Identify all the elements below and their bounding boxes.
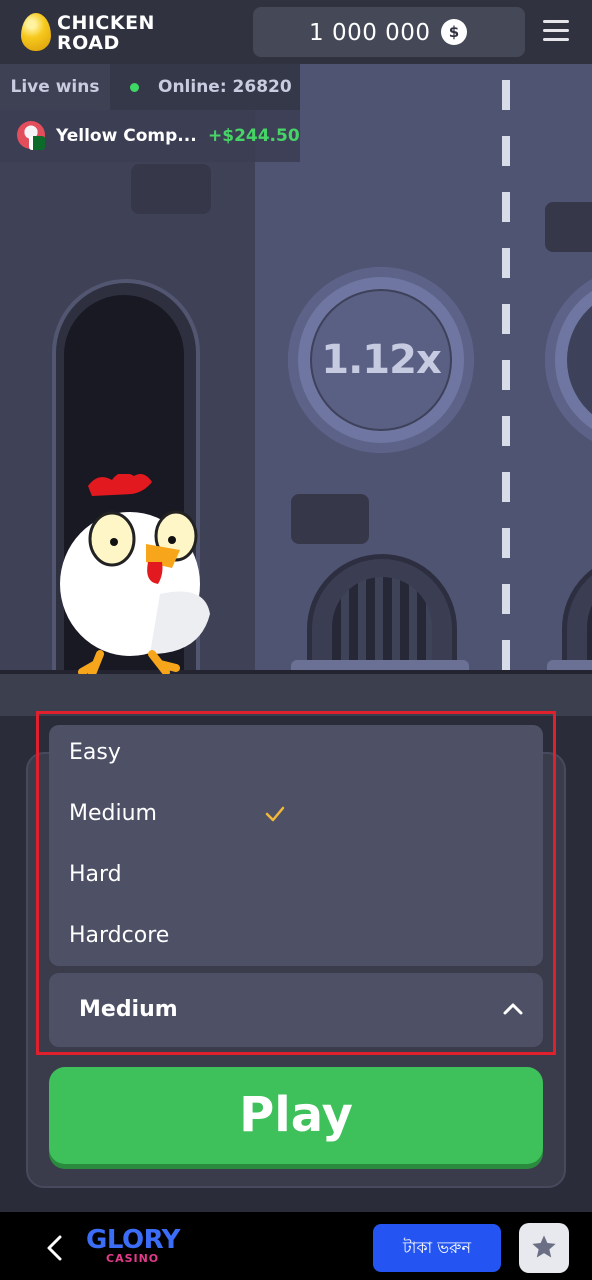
online-status-icon	[130, 83, 139, 92]
live-wins-bar: Live wins Online: 26820	[0, 64, 300, 110]
star-icon	[532, 1235, 556, 1258]
road-brick	[545, 202, 592, 252]
checkmark-icon	[265, 806, 285, 822]
multiplier-coin[interactable]: 1.12x	[288, 267, 474, 453]
difficulty-option-hard[interactable]: Hard	[69, 855, 122, 895]
multiplier-value: 1.12x	[312, 291, 450, 429]
difficulty-select[interactable]: Medium	[49, 973, 543, 1047]
balance-value: 1 000 000	[309, 20, 431, 46]
difficulty-dropdown-menu: Easy Medium Hard Hardcore	[49, 725, 543, 966]
live-win-entry: Yellow Comp... +$244.50	[0, 110, 300, 162]
pakistan-flag-icon	[29, 136, 45, 150]
brand-subtitle: CASINO	[106, 1252, 160, 1265]
sewer-grate	[307, 554, 457, 668]
game-logo: CHICKEN ROAD	[57, 13, 155, 53]
sewer-grate	[562, 554, 592, 668]
road-brick	[291, 494, 369, 544]
egg-logo-icon	[21, 13, 51, 51]
back-arrow-icon[interactable]	[44, 1234, 64, 1262]
difficulty-option-medium-label: Medium	[69, 801, 157, 826]
dollar-icon: $	[441, 19, 467, 45]
bottom-navigation-bar: GLORY CASINO টাকা ভরুন	[0, 1212, 592, 1280]
chevron-up-icon	[503, 1003, 523, 1015]
next-multiplier-coin[interactable]	[545, 267, 592, 453]
difficulty-option-easy[interactable]: Easy	[69, 733, 121, 773]
logo-line-1: CHICKEN	[57, 12, 155, 34]
difficulty-option-hardcore[interactable]: Hardcore	[69, 916, 169, 956]
winner-name: Yellow Comp...	[56, 126, 197, 146]
lane-divider	[502, 80, 510, 674]
difficulty-option-medium[interactable]: Medium	[69, 794, 309, 834]
online-count: Online: 26820	[158, 77, 292, 97]
deposit-button[interactable]: টাকা ভরুন	[373, 1224, 501, 1272]
favorite-button[interactable]	[519, 1223, 569, 1273]
top-header: CHICKEN ROAD 1 000 000 $	[0, 0, 592, 64]
logo-line-2: ROAD	[57, 32, 120, 54]
chicken-character-icon	[60, 474, 210, 674]
glory-casino-logo: GLORY CASINO	[86, 1225, 181, 1265]
balance-display: 1 000 000 $	[253, 7, 525, 57]
live-wins-label: Live wins	[0, 64, 110, 110]
winner-amount: +$244.50	[208, 126, 300, 146]
play-button[interactable]: Play	[49, 1067, 543, 1164]
wall-brick	[131, 164, 211, 214]
hamburger-menu-icon[interactable]	[543, 20, 569, 42]
ground	[0, 674, 592, 716]
difficulty-selected-value: Medium	[79, 997, 178, 1022]
brand-name: GLORY	[86, 1225, 181, 1255]
